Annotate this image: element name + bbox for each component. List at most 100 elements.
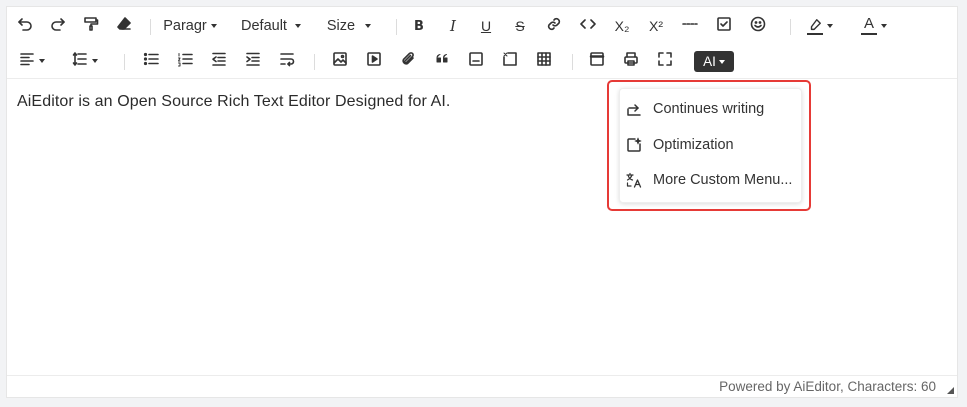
menu-item-continue-writing[interactable]: Continues writing — [620, 92, 801, 126]
break-button[interactable] — [277, 44, 297, 78]
translate-icon — [626, 172, 642, 188]
underline-button[interactable]: U — [476, 9, 496, 43]
separator — [150, 19, 151, 35]
font-family-select[interactable]: Default — [237, 9, 305, 43]
subscript-button[interactable]: X₂ — [611, 9, 633, 43]
chevron-down-icon — [39, 59, 45, 63]
menu-item-label: Continues writing — [653, 101, 765, 117]
indent-button[interactable] — [243, 44, 263, 78]
paperclip-icon — [400, 51, 416, 72]
font-color-swatch — [861, 33, 877, 35]
undo-icon — [17, 16, 33, 37]
strikethrough-button[interactable]: S — [510, 9, 530, 43]
underline-icon: U — [480, 18, 492, 34]
indent-increase-icon — [245, 51, 261, 72]
task-list-button[interactable] — [713, 9, 735, 43]
heading-select[interactable]: Paragr — [163, 9, 217, 43]
bold-icon: B — [414, 18, 424, 34]
menu-item-optimization[interactable]: Optimization — [620, 128, 801, 162]
link-icon — [546, 16, 562, 37]
print-button[interactable] — [621, 44, 641, 78]
toolbar: Paragr Default Size B I U S X₂ X² A AI — [7, 7, 957, 79]
chevron-down-icon — [365, 24, 372, 28]
chevron-down-icon — [294, 24, 301, 28]
quote-icon — [434, 51, 450, 72]
status-text: Powered by AiEditor, Characters: 60 — [719, 379, 936, 394]
code-button[interactable] — [578, 9, 598, 43]
video-icon — [366, 51, 382, 72]
divider-button[interactable] — [679, 9, 701, 43]
separator — [790, 19, 791, 35]
font-size-select[interactable]: Size — [325, 9, 373, 43]
bullet-list-icon — [143, 51, 159, 72]
container-icon — [468, 51, 484, 72]
image-button[interactable] — [330, 44, 350, 78]
superscript-button[interactable]: X² — [645, 9, 667, 43]
font-color-letter: A — [863, 15, 874, 32]
font-family-select-value: Default — [241, 18, 287, 34]
align-left-icon — [19, 51, 35, 72]
fullscreen-button[interactable] — [655, 44, 675, 78]
separator — [572, 54, 573, 70]
ai-menu-button[interactable]: AI — [694, 51, 734, 72]
menu-item-label: Optimization — [653, 137, 734, 153]
font-color-button[interactable]: A — [857, 9, 891, 43]
chevron-down-icon — [92, 59, 98, 63]
table-icon — [536, 51, 552, 72]
ordered-list-icon — [177, 51, 193, 72]
eraser-icon — [116, 16, 132, 37]
separator — [314, 54, 315, 70]
indent-decrease-icon — [211, 51, 227, 72]
browser-window-icon — [589, 51, 605, 72]
content-paragraph[interactable]: AiEditor is an Open Source Rich Text Edi… — [17, 93, 450, 111]
chevron-down-icon — [718, 59, 725, 64]
optimization-icon — [626, 137, 642, 153]
menu-item-more-custom[interactable]: More Custom Menu... — [620, 163, 801, 197]
toolbar-row-2: AI — [7, 44, 957, 78]
attachment-button[interactable] — [398, 44, 418, 78]
italic-button[interactable]: I — [443, 9, 463, 43]
editor-content[interactable]: AiEditor is an Open Source Rich Text Edi… — [17, 93, 450, 111]
undo-button[interactable] — [15, 9, 35, 43]
continue-writing-icon — [626, 101, 642, 117]
highlight-color-swatch — [807, 32, 823, 35]
quote-button[interactable] — [432, 44, 452, 78]
line-height-icon — [72, 51, 88, 72]
redo-icon — [50, 16, 66, 37]
ai-dropdown-menu: Continues writing Optimization More Cust… — [619, 88, 802, 203]
align-button[interactable] — [15, 44, 49, 78]
link-button[interactable] — [544, 9, 564, 43]
chevron-down-icon — [210, 24, 217, 28]
emoji-button[interactable] — [747, 9, 769, 43]
source-code-button[interactable] — [587, 44, 607, 78]
container-button[interactable] — [466, 44, 486, 78]
outdent-button[interactable] — [209, 44, 229, 78]
fullscreen-icon — [657, 51, 673, 72]
editor: Paragr Default Size B I U S X₂ X² A AI A… — [6, 6, 958, 398]
checkbox-icon — [716, 16, 732, 37]
bold-button[interactable]: B — [409, 9, 429, 43]
ordered-list-button[interactable] — [175, 44, 195, 78]
table-button[interactable] — [534, 44, 554, 78]
line-height-button[interactable] — [68, 44, 102, 78]
code-block-button[interactable] — [500, 44, 520, 78]
bullet-list-button[interactable] — [141, 44, 161, 78]
printer-icon — [623, 51, 639, 72]
redo-button[interactable] — [48, 9, 68, 43]
superscript-icon: X² — [649, 18, 663, 34]
clear-format-button[interactable] — [114, 9, 134, 43]
status-bar: Powered by AiEditor, Characters: 60 — [7, 375, 957, 397]
resize-handle[interactable] — [947, 387, 954, 394]
subscript-icon: X₂ — [614, 18, 630, 34]
code-block-icon — [502, 51, 518, 72]
format-painter-button[interactable] — [81, 9, 101, 43]
menu-item-label: More Custom Menu... — [653, 172, 793, 188]
highlight-color-button[interactable] — [803, 9, 837, 43]
video-button[interactable] — [364, 44, 384, 78]
strikethrough-icon: S — [515, 18, 525, 34]
separator — [396, 19, 397, 35]
format-painter-icon — [83, 16, 99, 37]
ai-menu-label: AI — [703, 54, 716, 69]
emoji-icon — [750, 16, 766, 37]
code-icon — [580, 16, 596, 37]
